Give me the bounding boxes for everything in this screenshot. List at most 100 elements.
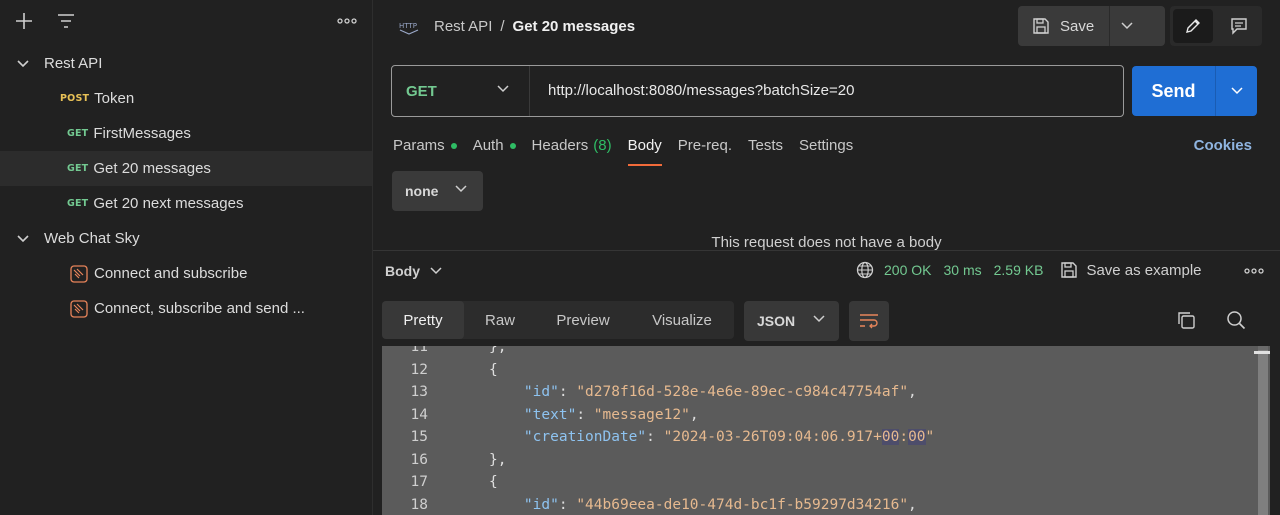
response-section-toggle[interactable]: Body bbox=[385, 263, 442, 279]
chevron-down-icon bbox=[497, 85, 509, 93]
code-token: , bbox=[908, 496, 917, 513]
response-size[interactable]: 2.59 KB bbox=[994, 262, 1044, 278]
save-as-example-label: Save as example bbox=[1086, 261, 1202, 279]
more-horizontal-icon[interactable] bbox=[335, 9, 359, 33]
status-code[interactable]: 200 OK bbox=[884, 262, 931, 278]
tab-tests[interactable]: Tests bbox=[748, 133, 783, 167]
save-as-example-button[interactable]: Save as example bbox=[1060, 261, 1202, 279]
line-number: 14 bbox=[410, 406, 428, 423]
tab-params[interactable]: Params bbox=[393, 133, 457, 167]
breadcrumb: HTTP Rest API / Get 20 messages bbox=[398, 14, 635, 38]
edit-mode-button[interactable] bbox=[1173, 9, 1213, 43]
tab-pre-request[interactable]: Pre-req. bbox=[678, 133, 732, 167]
websocket-icon bbox=[70, 264, 88, 283]
code-token: "2024-03-26T09:04:06.917+ bbox=[663, 429, 882, 445]
url-bar: GET http://localhost:8080/messages?batch… bbox=[391, 65, 1124, 117]
svg-text:HTTP: HTTP bbox=[399, 22, 417, 30]
line-number: 18 bbox=[410, 496, 428, 513]
url-input[interactable]: http://localhost:8080/messages?batchSize… bbox=[548, 82, 854, 99]
format-select[interactable]: JSON bbox=[744, 301, 839, 341]
collection-name: Web Chat Sky bbox=[44, 230, 140, 247]
code-token: : bbox=[646, 429, 664, 445]
tab-label: Body bbox=[627, 137, 662, 154]
plus-icon[interactable] bbox=[12, 9, 36, 33]
more-horizontal-icon[interactable] bbox=[1244, 268, 1264, 274]
breadcrumb-collection[interactable]: Rest API bbox=[434, 18, 492, 35]
breadcrumb-request[interactable]: Get 20 messages bbox=[513, 18, 636, 35]
copy-icon[interactable] bbox=[1176, 310, 1196, 330]
response-header: Body 200 OK 30 ms 2.59 KB Save as exampl… bbox=[373, 251, 1280, 291]
comments-button[interactable] bbox=[1219, 9, 1259, 43]
body-type-value: none bbox=[405, 183, 439, 199]
code-line: 11}, bbox=[382, 346, 1262, 362]
line-number: 12 bbox=[410, 361, 428, 378]
tab-headers[interactable]: Headers (8) bbox=[532, 133, 612, 167]
code-text: }, bbox=[489, 346, 506, 355]
http-icon: HTTP bbox=[399, 22, 419, 35]
collection-rest-api[interactable]: Rest API bbox=[0, 46, 372, 81]
code-line: 14 "text": "message12", bbox=[382, 407, 1262, 430]
sidebar-item-connect-and-subscribe[interactable]: Connect and subscribe bbox=[0, 256, 372, 291]
globe-icon[interactable] bbox=[856, 261, 874, 279]
cookies-link[interactable]: Cookies bbox=[1194, 137, 1252, 154]
code-token: 00 bbox=[881, 429, 900, 445]
code-text: "text": "message12", bbox=[489, 407, 699, 423]
sidebar-item-connect-subscribe-send[interactable]: Connect, subscribe and send ... bbox=[0, 291, 372, 326]
code-text: "id": "44b69eea-de10-474d-bc1f-b59297d34… bbox=[489, 497, 917, 513]
tab-raw[interactable]: Raw bbox=[464, 301, 536, 339]
body-type-select[interactable]: none bbox=[392, 171, 483, 211]
send-dropdown-button[interactable] bbox=[1216, 66, 1257, 116]
comment-icon bbox=[1231, 18, 1247, 35]
code-token: , bbox=[689, 406, 699, 423]
response-meta: 200 OK 30 ms 2.59 KB Save as example bbox=[856, 261, 1202, 279]
breadcrumb-separator: / bbox=[500, 17, 505, 35]
send-button[interactable]: Send bbox=[1132, 66, 1216, 116]
tab-count: (8) bbox=[593, 137, 612, 154]
chevron-down-icon[interactable] bbox=[16, 232, 30, 246]
save-icon bbox=[1033, 18, 1049, 34]
sidebar-item-token[interactable]: POST Token bbox=[0, 81, 372, 116]
filter-icon[interactable] bbox=[54, 9, 78, 33]
sidebar-item-firstmessages[interactable]: GET FirstMessages bbox=[0, 116, 372, 151]
status-dot bbox=[450, 143, 457, 149]
response-time[interactable]: 30 ms bbox=[943, 262, 981, 278]
tab-label: Auth bbox=[472, 137, 504, 154]
request-name: Get 20 messages bbox=[93, 160, 211, 177]
request-name: Get 20 next messages bbox=[93, 195, 244, 212]
method-badge: GET bbox=[67, 163, 89, 174]
save-button[interactable]: Save bbox=[1018, 6, 1110, 46]
chevron-down-icon[interactable] bbox=[16, 57, 30, 71]
response-body-viewer[interactable]: 11}, 12{13 "id": "d278f16d-528e-4e6e-89ec… bbox=[382, 346, 1270, 515]
tab-pretty[interactable]: Pretty bbox=[382, 301, 464, 339]
save-dropdown-button[interactable] bbox=[1110, 6, 1143, 46]
code-token: , bbox=[908, 384, 917, 400]
tab-settings[interactable]: Settings bbox=[799, 133, 853, 167]
request-name: Connect and subscribe bbox=[94, 265, 248, 282]
tab-body[interactable]: Body bbox=[627, 133, 663, 167]
code-token: "id" bbox=[523, 384, 559, 400]
sidebar-item-get-20-next-messages[interactable]: GET Get 20 next messages bbox=[0, 186, 372, 221]
code-token: : bbox=[558, 496, 577, 513]
code-line: 15 "creationDate": "2024-03-26T09:04:06.… bbox=[382, 429, 1262, 452]
search-icon[interactable] bbox=[1226, 310, 1246, 330]
chevron-down-icon bbox=[430, 267, 442, 275]
wrap-lines-button[interactable] bbox=[849, 301, 889, 341]
method-select[interactable]: GET bbox=[392, 66, 530, 116]
tab-auth[interactable]: Auth bbox=[473, 133, 516, 167]
request-editor: HTTP Rest API / Get 20 messages Save GET… bbox=[373, 0, 1280, 515]
code-text: "creationDate": "2024-03-26T09:04:06.917… bbox=[489, 429, 934, 445]
line-number: 17 bbox=[410, 474, 428, 490]
sidebar: Rest API POST Token GET FirstMessages GE… bbox=[0, 0, 373, 515]
method-badge: GET bbox=[67, 198, 89, 209]
tab-preview[interactable]: Preview bbox=[536, 301, 630, 339]
tab-label: Headers bbox=[531, 137, 589, 154]
save-group: Save bbox=[1018, 6, 1165, 46]
collection-web-chat-sky[interactable]: Web Chat Sky bbox=[0, 221, 372, 256]
sidebar-item-get-20-messages[interactable]: GET Get 20 messages bbox=[0, 151, 372, 186]
tab-visualize[interactable]: Visualize bbox=[630, 301, 734, 339]
send-group: Send bbox=[1132, 66, 1257, 116]
